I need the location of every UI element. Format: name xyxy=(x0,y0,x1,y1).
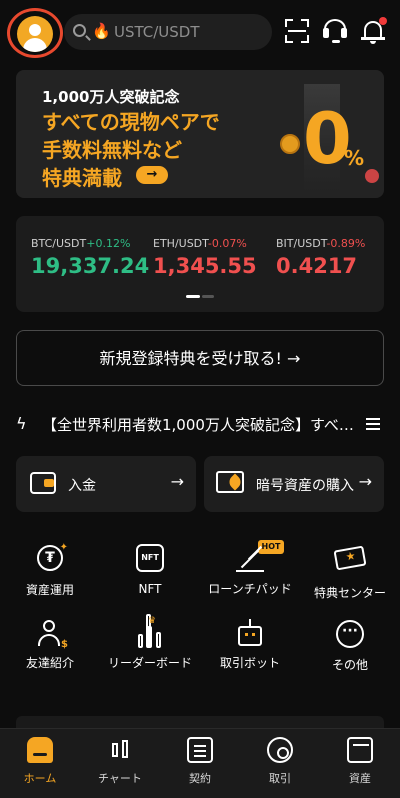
nav-assets[interactable]: 資産 xyxy=(320,737,400,786)
ticker-change: -0.07% xyxy=(207,237,247,250)
feature-label: 取引ボット xyxy=(219,656,280,670)
ticker-pair: ETH/USDT xyxy=(153,237,208,250)
coin-icon xyxy=(280,134,300,154)
feature-leaderboard[interactable]: ♛ リーダーボード xyxy=(100,614,200,671)
feature-trading-bot[interactable]: 取引ボット xyxy=(200,618,300,671)
promo-banner[interactable]: 1,000万人突破記念 すべての現物ペアで 手数料無料など 特典満載 → 0 % xyxy=(16,70,384,198)
lightning-icon: ϟ xyxy=(16,414,27,433)
scan-icon[interactable] xyxy=(282,16,312,46)
nft-icon: NFT xyxy=(134,544,166,576)
tether-coin-icon: ₮ ✦ xyxy=(34,542,68,577)
rocket-icon xyxy=(234,544,266,576)
feature-label: リーダーボード xyxy=(107,656,192,670)
feature-label: 友達紹介 xyxy=(25,656,74,670)
nav-label: ホーム xyxy=(23,772,57,785)
nav-chart[interactable]: チャート xyxy=(80,737,160,786)
contract-icon xyxy=(187,737,213,763)
banner-line-2: 手数料無料など xyxy=(42,138,182,162)
trade-icon xyxy=(267,737,293,763)
banner-subtitle: 1,000万人突破記念 xyxy=(42,88,180,106)
nav-label: 契約 xyxy=(189,772,211,785)
announcement-bar[interactable]: ϟ 【全世界利用者数1,000万人突破記念】すべ… xyxy=(16,412,384,436)
nav-label: 資産 xyxy=(349,772,371,785)
feature-label: 資産運用 xyxy=(25,583,74,597)
menu-icon[interactable] xyxy=(366,418,380,430)
arrow-right-icon: → xyxy=(358,472,372,491)
banner-arrow-button[interactable]: → xyxy=(136,166,168,184)
coin-icon xyxy=(365,169,379,183)
feature-nft[interactable]: NFT NFT xyxy=(100,542,200,597)
feature-label: その他 xyxy=(331,658,368,672)
nav-label: 取引 xyxy=(269,772,291,785)
buy-crypto-button[interactable]: 暗号資産の購入 → xyxy=(204,456,384,512)
nav-label: チャート xyxy=(98,772,142,785)
ticker-change: -0.89% xyxy=(326,237,366,250)
feature-more[interactable]: ··· その他 xyxy=(300,618,400,673)
feature-launchpad[interactable]: ローンチパッド xyxy=(200,542,300,597)
register-bonus-button[interactable]: 新規登録特典を受け取る! → xyxy=(16,330,384,386)
search-bar[interactable]: 🔥 USTC/USDT xyxy=(64,14,272,50)
feature-referral[interactable]: $ 友達紹介 xyxy=(0,618,100,671)
robot-icon xyxy=(234,618,266,650)
search-input[interactable]: USTC/USDT xyxy=(114,23,200,41)
ticker-price: 0.4217 xyxy=(276,254,358,278)
more-icon: ··· xyxy=(334,620,366,652)
top-bar: 🔥 USTC/USDT xyxy=(0,0,400,62)
candlestick-icon xyxy=(107,737,133,763)
deposit-label: 入金 xyxy=(68,478,96,494)
arrow-right-icon: → xyxy=(170,472,184,491)
ticker-price: 19,337.24 xyxy=(31,254,150,278)
bottom-nav: ホーム チャート 契約 取引 資産 xyxy=(0,728,400,798)
banner-percent: % xyxy=(344,146,365,170)
feature-earn[interactable]: ₮ ✦ 資産運用 xyxy=(0,542,100,598)
buy-crypto-label: 暗号資産の購入 xyxy=(256,478,354,494)
bell-icon[interactable] xyxy=(358,16,388,46)
content-strip xyxy=(16,716,384,728)
ticker-price: 1,345.55 xyxy=(153,254,257,278)
banner-line-1: すべての現物ペアで xyxy=(42,110,220,134)
avatar-button[interactable] xyxy=(7,8,63,58)
leaderboard-icon: ♛ xyxy=(134,614,166,650)
search-icon xyxy=(73,24,86,37)
ticker-pair: BTC/USDT xyxy=(31,237,87,250)
announcement-text[interactable]: 【全世界利用者数1,000万人突破記念】すべ… xyxy=(42,414,362,435)
avatar[interactable] xyxy=(17,16,53,52)
headset-icon[interactable] xyxy=(320,16,350,46)
home-icon xyxy=(27,737,53,763)
wallet-icon xyxy=(347,737,373,763)
user-dollar-icon: $ xyxy=(34,618,68,650)
feature-label: 特典センター xyxy=(313,586,386,600)
ticker-bit[interactable]: BIT/USDT-0.89% 0.4217 xyxy=(276,232,366,278)
nav-trade[interactable]: 取引 xyxy=(240,737,320,786)
ticket-icon xyxy=(333,545,367,580)
feature-label: ローンチパッド xyxy=(208,582,292,596)
notification-dot xyxy=(379,17,387,25)
ticker-eth[interactable]: ETH/USDT-0.07% 1,345.55 xyxy=(153,232,257,278)
feature-label: NFT xyxy=(138,582,162,596)
nav-home[interactable]: ホーム xyxy=(0,737,80,786)
ticker-btc[interactable]: BTC/USDT+0.12% 19,337.24 xyxy=(31,232,149,278)
feature-rewards[interactable]: 特典センター xyxy=(300,542,400,601)
pager-dots[interactable] xyxy=(186,295,214,298)
banner-line-3: 特典満載 xyxy=(42,166,122,190)
nav-contracts[interactable]: 契約 xyxy=(160,737,240,786)
wallet-icon xyxy=(30,472,56,494)
deposit-button[interactable]: 入金 → xyxy=(16,456,196,512)
ticker-pair: BIT/USDT xyxy=(276,237,327,250)
ticker-panel: BTC/USDT+0.12% 19,337.24 ETH/USDT-0.07% … xyxy=(16,216,384,312)
ticker-change: +0.12% xyxy=(86,237,131,250)
flame-icon: 🔥 xyxy=(92,22,111,40)
card-rocket-icon xyxy=(216,471,244,493)
